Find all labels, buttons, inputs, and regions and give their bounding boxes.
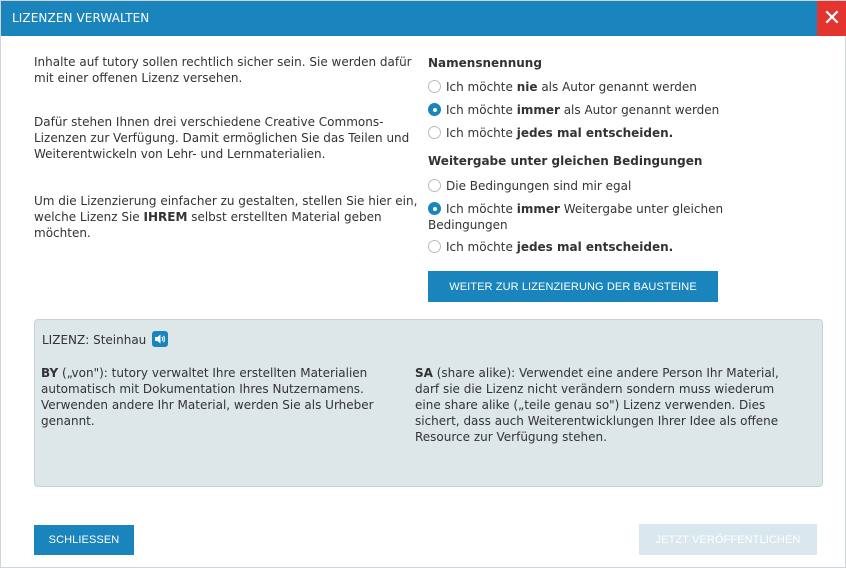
option-bold: immer bbox=[516, 103, 560, 117]
radio-unchecked-icon[interactable] bbox=[428, 179, 441, 192]
option-bold: jedes mal entscheiden. bbox=[516, 126, 674, 140]
intro-paragraph-3: Um die Lizenzierung einfacher zu gestalt… bbox=[34, 193, 419, 241]
sharealike-heading: Weitergabe unter gleichen Bedingungen bbox=[428, 154, 703, 168]
license-sa-text: (share alike): Verwendet eine andere Per… bbox=[415, 366, 779, 444]
sharealike-option-dont-care[interactable]: Die Bedingungen sind mir egal bbox=[428, 178, 748, 194]
option-bold: immer bbox=[516, 202, 560, 216]
attribution-option-each-time[interactable]: Ich möchte jedes mal entscheiden. bbox=[428, 125, 748, 141]
license-by-text: („von"): tutory verwaltet Ihre erstellte… bbox=[41, 366, 374, 428]
intro-paragraph-1: Inhalte auf tutory sollen rechtlich sich… bbox=[34, 55, 412, 85]
dialog-titlebar: LIZENZEN VERWALTEN ✕ bbox=[1, 1, 846, 36]
option-bold: nie bbox=[516, 80, 538, 94]
radio-unchecked-icon[interactable] bbox=[428, 240, 441, 253]
license-info-box: LIZENZ: Steinhau BY („von"): tutory verw… bbox=[34, 319, 823, 487]
radio-unchecked-icon[interactable] bbox=[428, 126, 441, 139]
attribution-option-always[interactable]: Ich möchte immer als Autor genannt werde… bbox=[428, 102, 748, 118]
sharealike-option-always[interactable]: Ich möchte immer Weitergabe unter gleich… bbox=[428, 201, 728, 233]
sharealike-option-each-time[interactable]: Ich möchte jedes mal entscheiden. bbox=[428, 239, 748, 255]
attribution-heading: Namensnennung bbox=[428, 56, 542, 70]
license-sa-description: SA (share alike): Verwendet eine andere … bbox=[415, 365, 795, 445]
radio-checked-icon[interactable] bbox=[428, 202, 441, 215]
intro-p3-bold: IHREM bbox=[143, 210, 188, 224]
option-text: Ich möchte bbox=[446, 202, 517, 216]
license-by-label: BY bbox=[41, 366, 59, 380]
speaker-icon[interactable] bbox=[152, 331, 168, 347]
option-text: als Autor genannt werden bbox=[537, 80, 697, 94]
option-text: Ich möchte bbox=[446, 126, 517, 140]
intro-paragraph-2: Dafür stehen Ihnen drei verschiedene Cre… bbox=[34, 115, 410, 161]
dialog-title: LIZENZEN VERWALTEN bbox=[12, 11, 150, 25]
close-icon[interactable]: ✕ bbox=[817, 1, 846, 36]
license-sa-label: SA bbox=[415, 366, 433, 380]
option-text: Ich möchte bbox=[446, 240, 517, 254]
radio-unchecked-icon[interactable] bbox=[428, 80, 441, 93]
option-bold: jedes mal entscheiden. bbox=[516, 240, 674, 254]
publish-button[interactable]: JETZT VERÖFFENTLICHEN bbox=[639, 524, 817, 555]
license-title: LIZENZ: Steinhau bbox=[42, 333, 147, 347]
license-by-description: BY („von"): tutory verwaltet Ihre erstel… bbox=[41, 365, 411, 429]
attribution-option-never[interactable]: Ich möchte nie als Autor genannt werden bbox=[428, 79, 748, 95]
license-dialog: LIZENZEN VERWALTEN ✕ Inhalte auf tutory … bbox=[0, 0, 846, 568]
close-button[interactable]: SCHLIESSEN bbox=[34, 525, 134, 555]
option-text: Ich möchte bbox=[446, 103, 517, 117]
next-licensing-button[interactable]: WEITER ZUR LIZENZIERUNG DER BAUSTEINE bbox=[428, 271, 718, 302]
option-text: Die Bedingungen sind mir egal bbox=[446, 179, 632, 193]
option-text: Ich möchte bbox=[446, 80, 517, 94]
radio-checked-icon[interactable] bbox=[428, 103, 441, 116]
option-text: als Autor genannt werden bbox=[559, 103, 720, 117]
